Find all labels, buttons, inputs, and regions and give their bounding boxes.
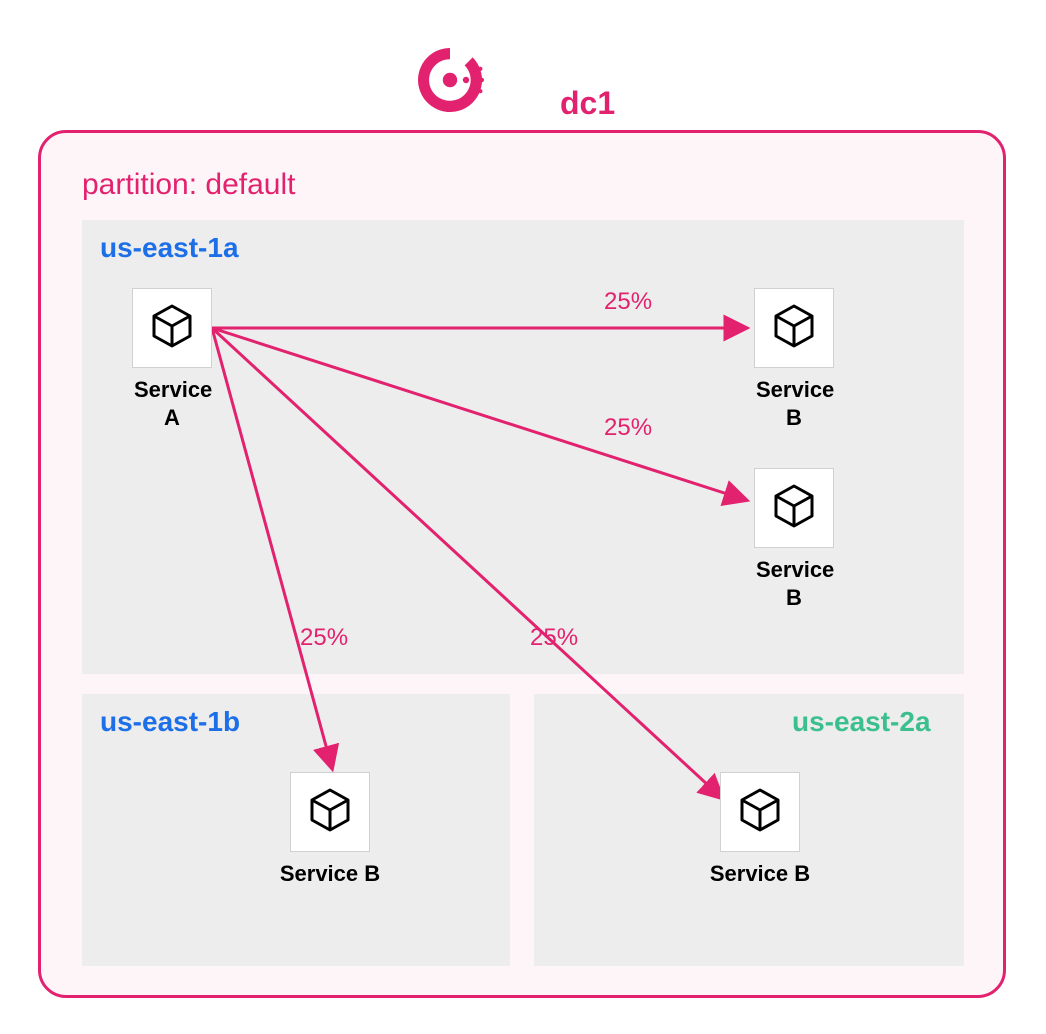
service-b-label-1a-1: Service B xyxy=(756,376,832,431)
edge-pct-a-b2: 25% xyxy=(604,414,652,442)
zone-label-us-east-1b: us-east-1b xyxy=(100,706,240,738)
consul-logo-icon xyxy=(410,40,490,120)
service-b-node-1b xyxy=(290,772,370,852)
cube-icon xyxy=(306,786,354,839)
cube-icon xyxy=(770,302,818,355)
service-b-node-1a-1 xyxy=(754,288,834,368)
service-b-label-1a-2: Service B xyxy=(756,556,832,611)
service-b-node-2a xyxy=(720,772,800,852)
service-a-node xyxy=(132,288,212,368)
service-a-label: Service A xyxy=(134,376,210,431)
cube-icon xyxy=(770,482,818,535)
service-b-label-2a: Service B xyxy=(708,860,812,888)
edge-pct-a-b4: 25% xyxy=(530,624,578,652)
partition-label: partition: default xyxy=(82,168,295,202)
zone-label-us-east-1a: us-east-1a xyxy=(100,232,239,264)
cube-icon xyxy=(736,786,784,839)
datacenter-title: dc1 xyxy=(560,85,615,122)
edge-pct-a-b1: 25% xyxy=(604,288,652,316)
cube-icon xyxy=(148,302,196,355)
service-b-node-1a-2 xyxy=(754,468,834,548)
zone-label-us-east-2a: us-east-2a xyxy=(792,706,931,738)
edge-pct-a-b3: 25% xyxy=(300,624,348,652)
service-b-label-1b: Service B xyxy=(278,860,382,888)
